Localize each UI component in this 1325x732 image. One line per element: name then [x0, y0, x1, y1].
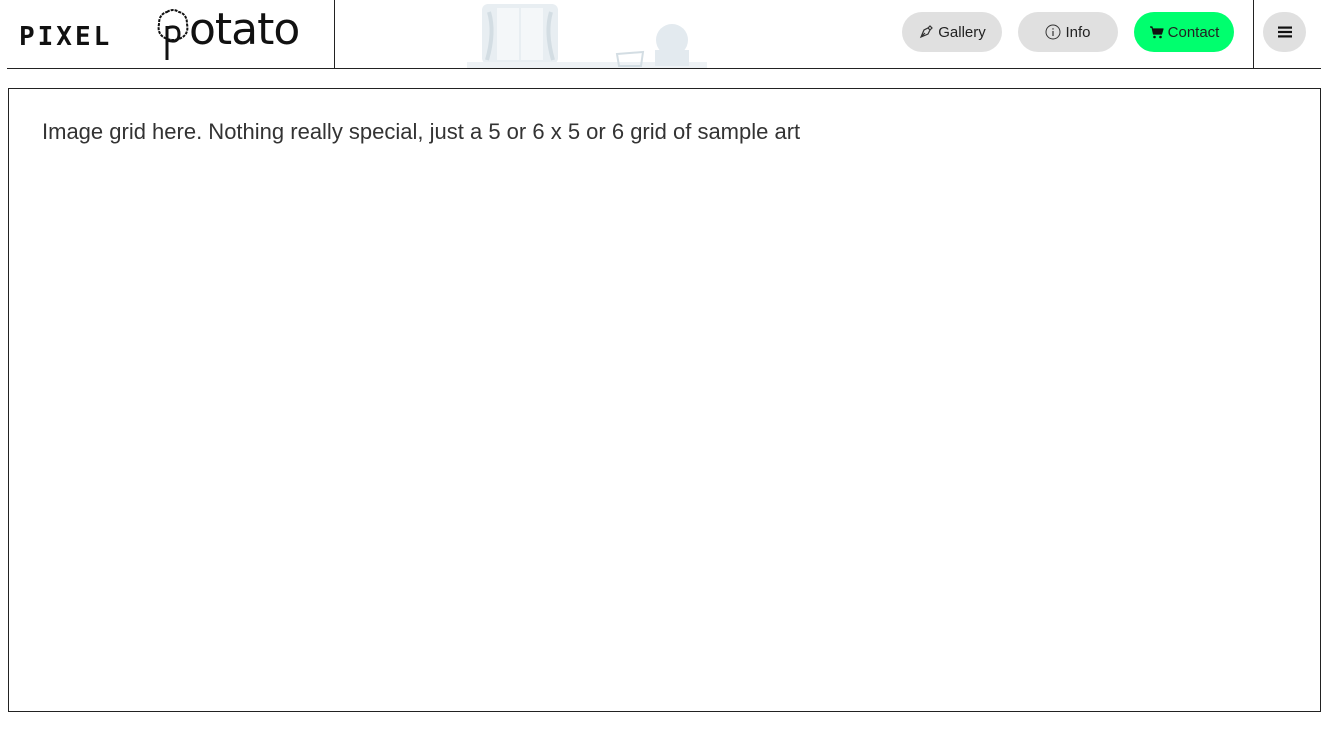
- image-grid-container: Image grid here. Nothing really special,…: [8, 88, 1321, 712]
- logo-pixel-text: PIXEL: [19, 22, 113, 52]
- info-label: Info: [1065, 23, 1091, 41]
- header-divider: [1253, 0, 1254, 68]
- pen-nib-icon: [918, 24, 934, 40]
- hero-pixel-art: [467, 4, 707, 68]
- info-button[interactable]: Info: [1018, 12, 1118, 52]
- logo-potato-text: otato: [189, 4, 300, 55]
- gallery-button[interactable]: Gallery: [902, 12, 1002, 52]
- site-header: PIXEL otato Gallery Info Contact: [7, 0, 1321, 69]
- hamburger-menu-icon: [1277, 26, 1292, 38]
- contact-label: Contact: [1167, 23, 1220, 41]
- logo[interactable]: PIXEL otato: [7, 0, 335, 68]
- cart-icon: [1149, 25, 1164, 39]
- contact-button[interactable]: Contact: [1134, 12, 1234, 52]
- potato-logo-icon: [157, 9, 189, 60]
- image-grid-placeholder: Image grid here. Nothing really special,…: [42, 119, 801, 144]
- menu-button[interactable]: [1263, 12, 1306, 52]
- info-circle-icon: [1045, 24, 1061, 40]
- gallery-label: Gallery: [938, 23, 986, 41]
